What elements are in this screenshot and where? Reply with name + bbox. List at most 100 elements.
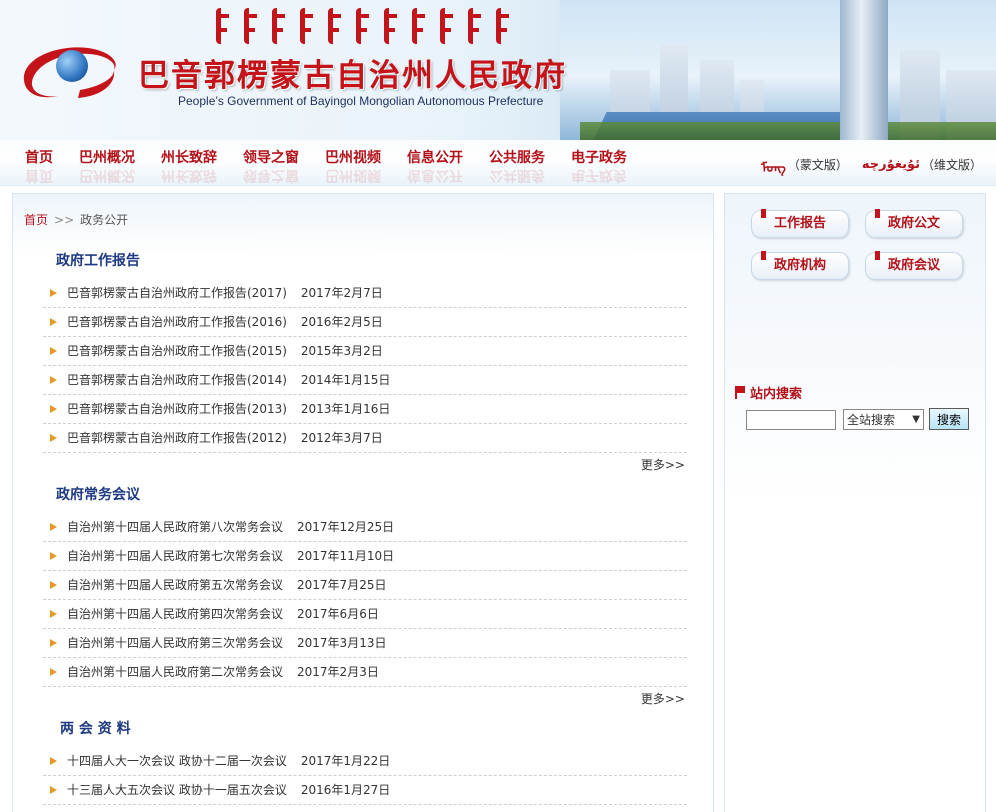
- nav-item-label: 领导之窗: [243, 150, 299, 166]
- two-sessions-list: 十四届人大一次会议 政协十二届一次会议 2017年1月22日 十三届人大五次会议 …: [43, 747, 687, 805]
- arrow-bullet-icon: [50, 289, 58, 297]
- nav-item-leaders[interactable]: 领导之窗 领导之窗: [230, 140, 312, 186]
- red-flag-icon: [875, 251, 880, 260]
- item-title: 巴音郭楞蒙古自治州政府工作报告(2015): [67, 344, 287, 358]
- item-date: 2017年2月3日: [297, 665, 379, 679]
- site-header: 巴音郭楞蒙古自治州人民政府 People’s Government of Bay…: [0, 0, 996, 140]
- item-title: 自治州第十四届人民政府第五次常务会议: [67, 578, 284, 592]
- item-title: 巴音郭楞蒙古自治州政府工作报告(2017): [67, 286, 287, 300]
- main-navigation: 首页 首页 巴州概况 巴州概况 州长致辞 州长致辞 领导之窗 领导之窗 巴州视频 巴州视频…: [0, 140, 996, 186]
- arrow-bullet-icon: [50, 757, 58, 765]
- nav-item-governor-speech[interactable]: 州长致辞 州长致辞: [148, 140, 230, 186]
- list-item[interactable]: 自治州第十四届人民政府第四次常务会议 2017年6月6日: [43, 600, 687, 629]
- red-flag-icon: [875, 209, 880, 218]
- list-item[interactable]: 巴音郭楞蒙古自治州政府工作报告(2013) 2013年1月16日: [43, 395, 687, 424]
- item-title: 巴音郭楞蒙古自治州政府工作报告(2014): [67, 373, 287, 387]
- item-date: 2017年6月6日: [297, 607, 379, 621]
- government-meetings-button[interactable]: 政府会议: [865, 251, 963, 280]
- item-title: 十三届人大五次会议 政协十一届五次会议: [67, 783, 287, 797]
- item-date: 2013年1月16日: [300, 402, 391, 416]
- nav-item-info-disclosure[interactable]: 信息公开 信息公开: [394, 140, 476, 186]
- item-date: 2017年2月7日: [300, 286, 383, 300]
- work-report-button[interactable]: 工作报告: [751, 209, 849, 238]
- list-item[interactable]: 十四届人大一次会议 政协十二届一次会议 2017年1月22日: [43, 747, 687, 776]
- item-title: 自治州第十四届人民政府第三次常务会议: [67, 636, 284, 650]
- search-button[interactable]: 搜索: [929, 408, 969, 430]
- right-sidebar: 工作报告 政府公文 政府机构 政府会议 站内搜索 全站搜索 ▼ 搜索: [724, 193, 986, 812]
- lang-label: （蒙文版）: [787, 158, 848, 172]
- arrow-bullet-icon: [50, 405, 58, 413]
- item-date: 2016年1月27日: [300, 783, 391, 797]
- search-scope-value: 全站搜索: [847, 413, 896, 427]
- arrow-bullet-icon: [50, 376, 58, 384]
- item-title: 自治州第十四届人民政府第七次常务会议: [67, 549, 284, 563]
- item-title: 十四届人大一次会议 政协十二届一次会议: [67, 754, 287, 768]
- list-item[interactable]: 自治州第十四届人民政府第二次常务会议 2017年2月3日: [43, 658, 687, 687]
- item-title: 自治州第十四届人民政府第四次常务会议: [67, 607, 284, 621]
- search-input[interactable]: [746, 410, 836, 430]
- list-item[interactable]: 自治州第十四届人民政府第七次常务会议 2017年11月10日: [43, 542, 687, 571]
- more-link-work-report[interactable]: 更多>>: [641, 456, 685, 473]
- nav-item-e-government[interactable]: 电子政务 电子政务: [558, 140, 640, 186]
- nav-item-public-service[interactable]: 公共服务 公共服务: [476, 140, 558, 186]
- button-label: 政府公文: [887, 216, 940, 231]
- list-item[interactable]: 自治州第十四届人民政府第八次常务会议 2017年12月25日: [43, 513, 687, 542]
- item-date: 2017年11月10日: [297, 549, 395, 563]
- list-item[interactable]: 自治州第十四届人民政府第三次常务会议 2017年3月13日: [43, 629, 687, 658]
- button-label: 工作报告: [773, 216, 826, 231]
- more-link-executive-meetings[interactable]: 更多>>: [641, 690, 685, 707]
- nav-item-video[interactable]: 巴州视频 巴州视频: [312, 140, 394, 186]
- arrow-bullet-icon: [50, 434, 58, 442]
- arrow-bullet-icon: [50, 523, 58, 531]
- mongolian-version-link[interactable]: ᠮᠣᠩ （蒙文版）: [761, 153, 848, 176]
- list-item[interactable]: 自治州第十四届人民政府第五次常务会议 2017年7月25日: [43, 571, 687, 600]
- tower-graphic: [840, 0, 888, 140]
- section-title-work-report: 政府工作报告: [56, 253, 140, 269]
- arrow-bullet-icon: [50, 668, 58, 676]
- red-flag-icon: [761, 251, 766, 260]
- list-item[interactable]: 巴音郭楞蒙古自治州政府工作报告(2014) 2014年1月15日: [43, 366, 687, 395]
- section-title-executive-meetings: 政府常务会议: [56, 487, 140, 503]
- lang-label: （维文版）: [921, 158, 982, 172]
- list-item[interactable]: 巴音郭楞蒙古自治州政府工作报告(2016) 2016年2月5日: [43, 308, 687, 337]
- arrow-bullet-icon: [50, 786, 58, 794]
- site-search-heading: 站内搜索: [735, 383, 802, 402]
- nav-item-home[interactable]: 首页 首页: [12, 140, 66, 186]
- item-date: 2017年7月25日: [297, 578, 387, 592]
- executive-meetings-list: 自治州第十四届人民政府第八次常务会议 2017年12月25日 自治州第十四届人民政…: [43, 513, 687, 687]
- site-search-label: 站内搜索: [750, 387, 803, 402]
- uyghur-glyph: ئۇيغۇرچە: [861, 157, 920, 172]
- nav-item-label: 公共服务: [489, 150, 545, 166]
- list-item[interactable]: 巴音郭楞蒙古自治州政府工作报告(2017) 2017年2月7日: [43, 279, 687, 308]
- item-title: 巴音郭楞蒙古自治州政府工作报告(2012): [67, 431, 287, 445]
- item-date: 2017年1月22日: [300, 754, 391, 768]
- nav-item-overview[interactable]: 巴州概况 巴州概况: [66, 140, 148, 186]
- mongolian-glyph: ᠮᠣᠩ: [761, 161, 786, 176]
- arrow-bullet-icon: [50, 347, 58, 355]
- arrow-bullet-icon: [50, 552, 58, 560]
- list-item[interactable]: 巴音郭楞蒙古自治州政府工作报告(2012) 2012年3月7日: [43, 424, 687, 453]
- breadcrumb: 首页 >> 政务公开: [24, 211, 128, 228]
- arrow-bullet-icon: [50, 581, 58, 589]
- government-documents-button[interactable]: 政府公文: [865, 209, 963, 238]
- work-report-list: 巴音郭楞蒙古自治州政府工作报告(2017) 2017年2月7日 巴音郭楞蒙古自治州…: [43, 279, 687, 453]
- search-scope-select[interactable]: 全站搜索 ▼: [843, 409, 924, 430]
- item-date: 2015年3月2日: [300, 344, 383, 358]
- park-graphic: [580, 122, 996, 140]
- list-item[interactable]: 巴音郭楞蒙古自治州政府工作报告(2015) 2015年3月2日: [43, 337, 687, 366]
- globe-icon: [56, 50, 88, 82]
- arrow-bullet-icon: [50, 318, 58, 326]
- language-links: ᠮᠣᠩ （蒙文版） ئۇيغۇرچە （维文版）: [761, 153, 982, 176]
- government-agencies-button[interactable]: 政府机构: [751, 251, 849, 280]
- item-title: 巴音郭楞蒙古自治州政府工作报告(2016): [67, 315, 287, 329]
- breadcrumb-home-link[interactable]: 首页: [24, 213, 48, 227]
- nav-item-label: 巴州概况: [79, 150, 135, 166]
- uyghur-version-link[interactable]: ئۇيغۇرچە （维文版）: [862, 153, 982, 176]
- item-date: 2016年2月5日: [300, 315, 383, 329]
- chevron-down-icon: ▼: [912, 414, 920, 425]
- section-title-two-sessions: 两 会 资 料: [60, 721, 131, 737]
- nav-menu: 首页 首页 巴州概况 巴州概况 州长致辞 州长致辞 领导之窗 领导之窗 巴州视频 巴州视频…: [12, 140, 640, 186]
- list-item[interactable]: 十三届人大五次会议 政协十一届五次会议 2016年1月27日: [43, 776, 687, 805]
- mongolian-script-title: [216, 8, 516, 46]
- site-title: 巴音郭楞蒙古自治州人民政府: [138, 58, 567, 94]
